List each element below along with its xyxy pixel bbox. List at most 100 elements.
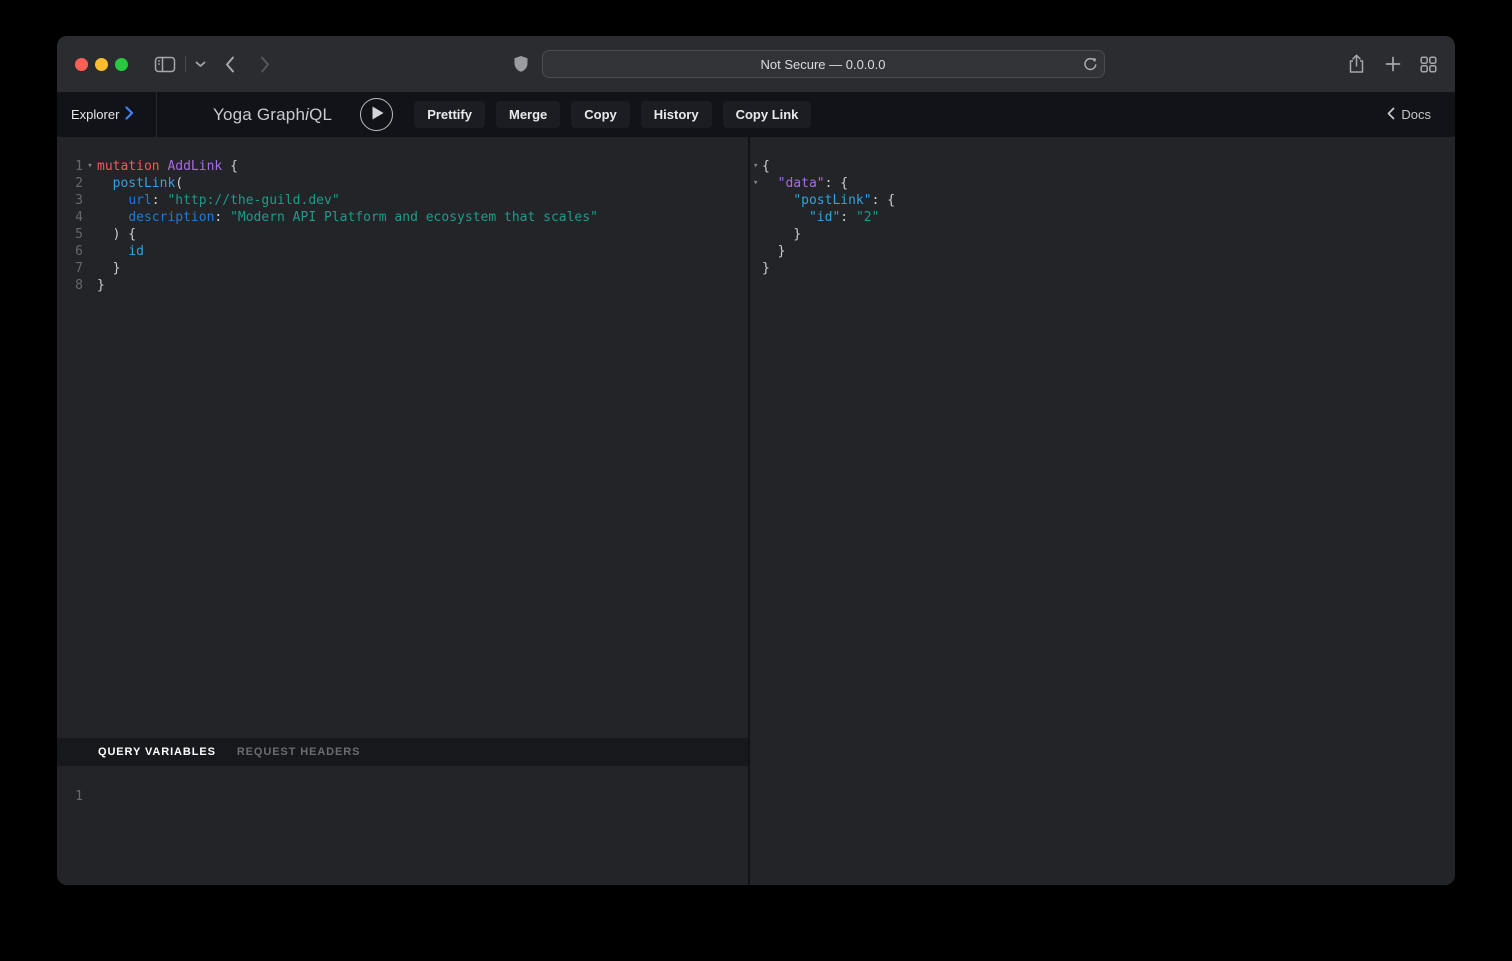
toolbar-button-prettify[interactable]: Prettify	[414, 101, 485, 128]
reload-button[interactable]	[1083, 56, 1098, 72]
code-line: 8}	[57, 277, 748, 294]
code-text: ) {	[97, 226, 136, 243]
toolbar-button-history[interactable]: History	[641, 101, 712, 128]
chevron-right-icon	[125, 106, 134, 123]
grid-icon	[1420, 56, 1437, 73]
code-text: }	[762, 226, 801, 243]
forward-button[interactable]	[260, 56, 270, 73]
fold-arrow-icon[interactable]: ▾	[750, 175, 762, 192]
fold-arrow-icon[interactable]: ▾	[750, 158, 762, 175]
plus-icon	[1385, 56, 1401, 72]
fold-gutter	[83, 277, 97, 294]
line-number: 1	[57, 158, 83, 175]
zoom-window-button[interactable]	[115, 58, 128, 71]
docs-toggle[interactable]: Docs	[1381, 106, 1437, 124]
code-line: 1▾mutation AddLink {	[57, 158, 748, 175]
chevron-left-icon	[1387, 107, 1395, 123]
toolbar-separator	[185, 56, 186, 72]
graphiql-toolbar: Explorer Yoga GraphiQL Prettify Merge Copy…	[57, 92, 1455, 137]
tab-overview-button[interactable]	[1420, 56, 1437, 73]
sidebar-toggle-button[interactable]	[154, 56, 176, 73]
docs-label: Docs	[1401, 107, 1431, 122]
editor-pane: 1▾mutation AddLink {2 postLink(3 url: "h…	[57, 137, 748, 885]
code-line: 5 ) {	[57, 226, 748, 243]
fold-gutter	[750, 192, 762, 209]
code-text: }	[762, 243, 785, 260]
line-number: 5	[57, 226, 83, 243]
code-line: "id": "2"	[750, 209, 1455, 226]
code-line: ▾ "data": {	[750, 175, 1455, 192]
toolbar-button-copy-link[interactable]: Copy Link	[723, 101, 812, 128]
code-text: postLink(	[97, 175, 183, 192]
code-text: "id": "2"	[762, 209, 879, 226]
fold-gutter	[750, 209, 762, 226]
toolbar-button-copy[interactable]: Copy	[571, 101, 630, 128]
share-button[interactable]	[1347, 54, 1366, 74]
query-editor[interactable]: 1▾mutation AddLink {2 postLink(3 url: "h…	[57, 137, 748, 738]
sidebar-toggle-icon	[154, 56, 176, 73]
code-line: }	[750, 260, 1455, 277]
chevron-left-icon	[225, 56, 235, 73]
code-text: }	[762, 260, 770, 277]
chevron-right-icon	[260, 56, 270, 73]
window-controls	[75, 58, 128, 71]
code-text: "postLink": {	[762, 192, 895, 209]
code-line: ▾{	[750, 158, 1455, 175]
back-button[interactable]	[225, 56, 235, 73]
minimize-window-button[interactable]	[95, 58, 108, 71]
code-line: 7 }	[57, 260, 748, 277]
code-text: mutation AddLink {	[97, 158, 238, 175]
execute-query-button[interactable]	[360, 98, 393, 131]
fold-gutter	[83, 226, 97, 243]
code-text: id	[97, 243, 144, 260]
reload-icon	[1083, 56, 1098, 72]
privacy-report-button[interactable]	[513, 55, 529, 73]
code-line: 2 postLink(	[57, 175, 748, 192]
new-tab-button[interactable]	[1385, 56, 1401, 72]
url-text: Not Secure — 0.0.0.0	[760, 57, 885, 72]
line-number: 7	[57, 260, 83, 277]
fold-gutter	[750, 243, 762, 260]
browser-window: Not Secure — 0.0.0.0	[57, 36, 1455, 885]
shield-icon	[513, 55, 529, 73]
share-icon	[1347, 54, 1366, 74]
code-text: "data": {	[762, 175, 848, 192]
response-viewer[interactable]: ▾{▾ "data": { "postLink": { "id": "2" } …	[750, 137, 1455, 277]
sidebar-menu-button[interactable]	[195, 61, 206, 68]
code-text: {	[762, 158, 770, 175]
url-bar[interactable]: Not Secure — 0.0.0.0	[542, 50, 1105, 78]
explorer-toggle[interactable]: Explorer	[57, 92, 157, 137]
code-line: 1	[57, 788, 748, 805]
query-variables-editor[interactable]: 1	[57, 766, 748, 885]
code-line: }	[750, 226, 1455, 243]
code-text: }	[97, 277, 105, 294]
code-text: }	[97, 260, 120, 277]
browser-titlebar: Not Secure — 0.0.0.0	[57, 36, 1455, 92]
code-line: 6 id	[57, 243, 748, 260]
fold-arrow-icon[interactable]: ▾	[83, 158, 97, 175]
chevron-down-icon	[195, 61, 206, 68]
line-number: 3	[57, 192, 83, 209]
response-pane: ▾{▾ "data": { "postLink": { "id": "2" } …	[750, 137, 1455, 885]
chrome-right-icons	[1347, 54, 1437, 74]
app-title-suffix: QL	[309, 105, 332, 124]
fold-gutter	[750, 260, 762, 277]
fold-gutter	[83, 192, 97, 209]
fold-gutter	[83, 243, 97, 260]
fold-gutter	[83, 175, 97, 192]
tab-request-headers[interactable]: REQUEST HEADERS	[237, 746, 361, 758]
tab-query-variables[interactable]: QUERY VARIABLES	[98, 746, 216, 758]
line-number: 6	[57, 243, 83, 260]
secondary-editor-tabs: QUERY VARIABLES REQUEST HEADERS	[57, 738, 748, 766]
toolbar-button-group: Prettify Merge Copy History Copy Link	[414, 101, 811, 128]
line-number: 4	[57, 209, 83, 226]
code-line: 3 url: "http://the-guild.dev"	[57, 192, 748, 209]
code-line: }	[750, 243, 1455, 260]
fold-gutter	[750, 226, 762, 243]
play-icon	[372, 106, 384, 123]
app-title: Yoga GraphiQL	[213, 105, 332, 125]
line-number: 1	[57, 788, 83, 805]
fold-gutter	[83, 209, 97, 226]
toolbar-button-merge[interactable]: Merge	[496, 101, 560, 128]
close-window-button[interactable]	[75, 58, 88, 71]
